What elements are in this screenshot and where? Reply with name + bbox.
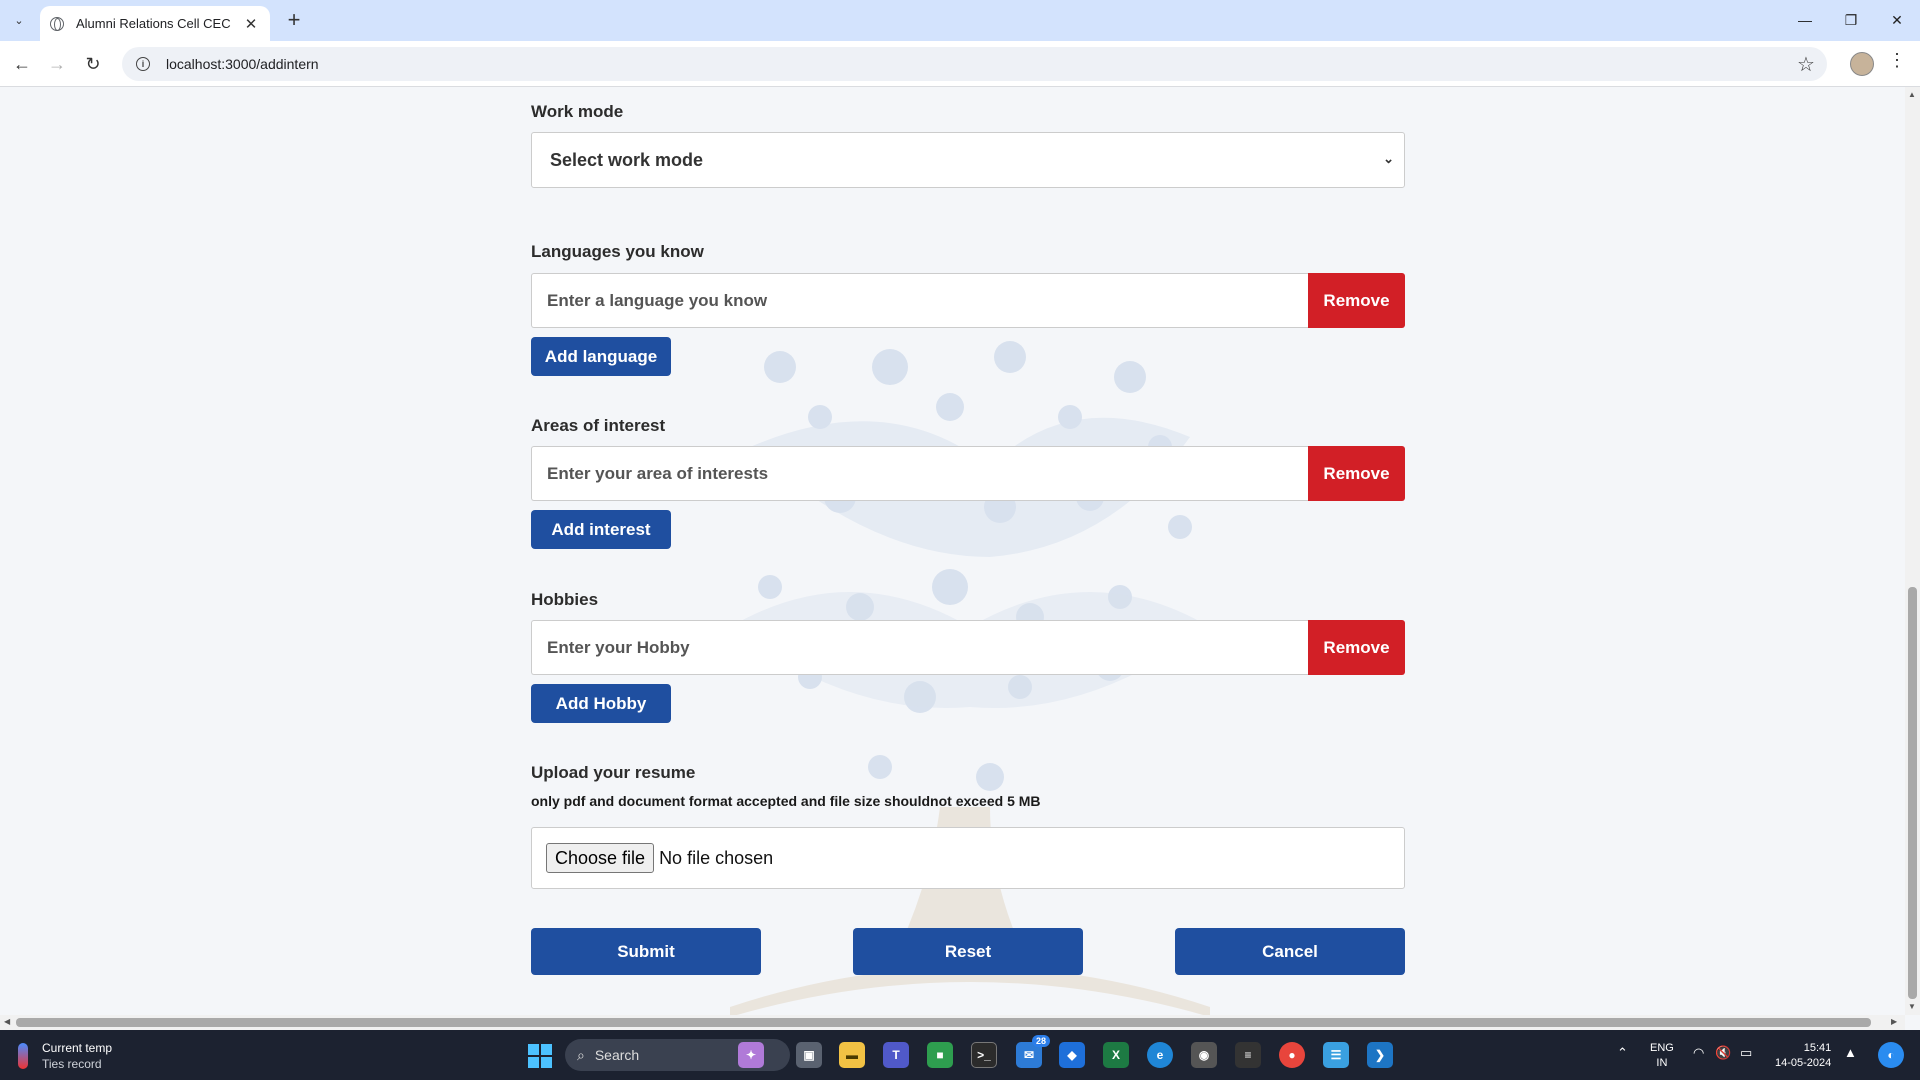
horizontal-scrollbar[interactable]: ◀ ▶ <box>0 1015 1905 1030</box>
add-hobby-button[interactable]: Add Hobby <box>531 684 671 723</box>
add-interest-button[interactable]: Add interest <box>531 510 671 549</box>
work-mode-select[interactable]: Select work mode ⌄ <box>531 132 1405 188</box>
work-mode-selected-value: Select work mode <box>550 149 704 170</box>
wifi-icon[interactable]: ◠ <box>1693 1045 1704 1061</box>
weather-widget[interactable]: Current temp Ties record <box>18 1040 112 1072</box>
language-input[interactable] <box>531 273 1308 328</box>
submit-button[interactable]: Submit <box>531 928 761 975</box>
excel-icon[interactable]: X <box>1103 1042 1129 1068</box>
profile-avatar[interactable] <box>1850 52 1874 76</box>
interest-input[interactable] <box>531 446 1308 501</box>
scroll-right-icon[interactable]: ▶ <box>1891 1017 1897 1026</box>
widgets-icon[interactable]: ✦ <box>738 1042 764 1068</box>
vertical-scrollbar[interactable]: ▲ ▼ <box>1905 87 1920 1015</box>
url-text[interactable]: localhost:3000/addintern <box>166 56 319 72</box>
browser-tab-strip: ⌄ Alumni Relations Cell CEC ✕ + — ❐ ✕ <box>0 0 1920 41</box>
windows-start-icon[interactable] <box>528 1044 552 1068</box>
windows-taskbar: Current temp Ties record ⌕ Search ✦ ▣ ▬ … <box>0 1030 1920 1080</box>
minimize-icon[interactable]: — <box>1782 6 1828 34</box>
clock-time: 15:41 <box>1803 1042 1832 1054</box>
remove-language-button[interactable]: Remove <box>1308 273 1405 328</box>
search-icon: ⌕ <box>577 1046 585 1063</box>
resume-file-input[interactable]: Choose file No file chosen <box>531 827 1405 889</box>
bookmark-star-icon[interactable]: ☆ <box>1797 52 1815 77</box>
site-info-icon[interactable]: i <box>136 57 150 71</box>
kebab-menu-icon[interactable]: ⋮ <box>1888 50 1906 71</box>
work-mode-label: Work mode <box>531 102 624 121</box>
volume-muted-icon[interactable]: 🔇 <box>1715 1045 1731 1061</box>
add-language-button[interactable]: Add language <box>531 337 671 376</box>
reload-icon[interactable]: ↻ <box>79 50 107 78</box>
clock-date: 14-05-2024 <box>1775 1057 1832 1069</box>
address-bar[interactable]: i localhost:3000/addintern <box>122 47 1827 81</box>
language-indicator[interactable]: ENG IN <box>1650 1041 1674 1071</box>
chrome-icon[interactable]: ● <box>1279 1042 1305 1068</box>
mail-icon[interactable]: ✉ 28 <box>1016 1035 1050 1068</box>
browser-tab-active[interactable]: Alumni Relations Cell CEC ✕ <box>40 6 270 41</box>
store-icon[interactable]: ◆ <box>1059 1042 1085 1068</box>
globe-icon <box>50 16 64 31</box>
reset-button[interactable]: Reset <box>853 928 1083 975</box>
hobbies-label: Hobbies <box>531 590 599 609</box>
task-view-icon[interactable]: ▣ <box>796 1042 822 1068</box>
interests-label: Areas of interest <box>531 416 666 435</box>
back-arrow-icon[interactable]: ← <box>8 50 36 78</box>
terminal-icon[interactable]: >_ <box>971 1042 997 1068</box>
resume-hint: only pdf and document format accepted an… <box>531 793 1041 809</box>
lang-bottom: IN <box>1656 1057 1668 1069</box>
restore-icon[interactable]: ❐ <box>1828 6 1874 34</box>
vertical-scroll-thumb[interactable] <box>1908 587 1917 999</box>
file-explorer-icon[interactable]: ▬ <box>839 1042 865 1068</box>
scroll-up-icon[interactable]: ▲ <box>1908 90 1916 99</box>
languages-label: Languages you know <box>531 242 704 261</box>
choose-file-button[interactable]: Choose file <box>546 843 655 873</box>
lang-top: ENG <box>1650 1042 1674 1054</box>
app-icon[interactable]: ≡ <box>1235 1042 1261 1068</box>
tab-search-chevron-icon[interactable]: ⌄ <box>8 9 30 31</box>
remove-hobby-button[interactable]: Remove <box>1308 620 1405 675</box>
cancel-button[interactable]: Cancel <box>1175 928 1405 975</box>
remove-interest-button[interactable]: Remove <box>1308 446 1405 501</box>
edge-icon[interactable]: e <box>1147 1042 1173 1068</box>
hobby-input[interactable] <box>531 620 1308 675</box>
resume-label: Upload your resume <box>531 763 696 782</box>
camera-icon[interactable]: ◉ <box>1191 1042 1217 1068</box>
thermometer-icon <box>18 1043 28 1069</box>
notepad-icon[interactable]: ☰ <box>1323 1042 1349 1068</box>
window-close-icon[interactable]: ✕ <box>1874 6 1920 34</box>
scroll-left-icon[interactable]: ◀ <box>4 1017 10 1026</box>
new-tab-plus-icon[interactable]: + <box>282 8 306 32</box>
tray-chevron-up-icon[interactable]: ⌃ <box>1617 1045 1628 1061</box>
file-status-text: No file chosen <box>659 847 774 868</box>
tab-close-icon[interactable]: ✕ <box>242 15 260 33</box>
chevron-down-icon: ⌄ <box>1383 151 1394 166</box>
forward-arrow-icon[interactable]: → <box>43 50 71 78</box>
weather-title: Current temp <box>42 1041 113 1055</box>
copilot-icon[interactable]: ◐ <box>1878 1042 1904 1068</box>
horizontal-scroll-thumb[interactable] <box>16 1018 1871 1027</box>
vscode-icon[interactable]: ❯ <box>1367 1042 1393 1068</box>
notification-bell-icon[interactable]: ▲ <box>1844 1045 1857 1060</box>
browser-toolbar: ← → ↻ i localhost:3000/addintern ☆ ⋮ <box>0 41 1920 87</box>
weather-subtitle: Ties record <box>42 1057 102 1071</box>
system-clock[interactable]: 15:41 14-05-2024 <box>1775 1041 1831 1071</box>
battery-icon[interactable]: ▭ <box>1740 1045 1752 1061</box>
scroll-down-icon[interactable]: ▼ <box>1908 1002 1916 1011</box>
page-viewport: Work mode Select work mode ⌄ Languages y… <box>0 87 1905 1015</box>
teams-icon[interactable]: T <box>883 1042 909 1068</box>
tab-title: Alumni Relations Cell CEC <box>76 16 231 31</box>
classroom-icon[interactable]: ■ <box>927 1042 953 1068</box>
mail-badge: 28 <box>1031 1035 1050 1047</box>
taskbar-search-label: Search <box>594 1047 640 1063</box>
